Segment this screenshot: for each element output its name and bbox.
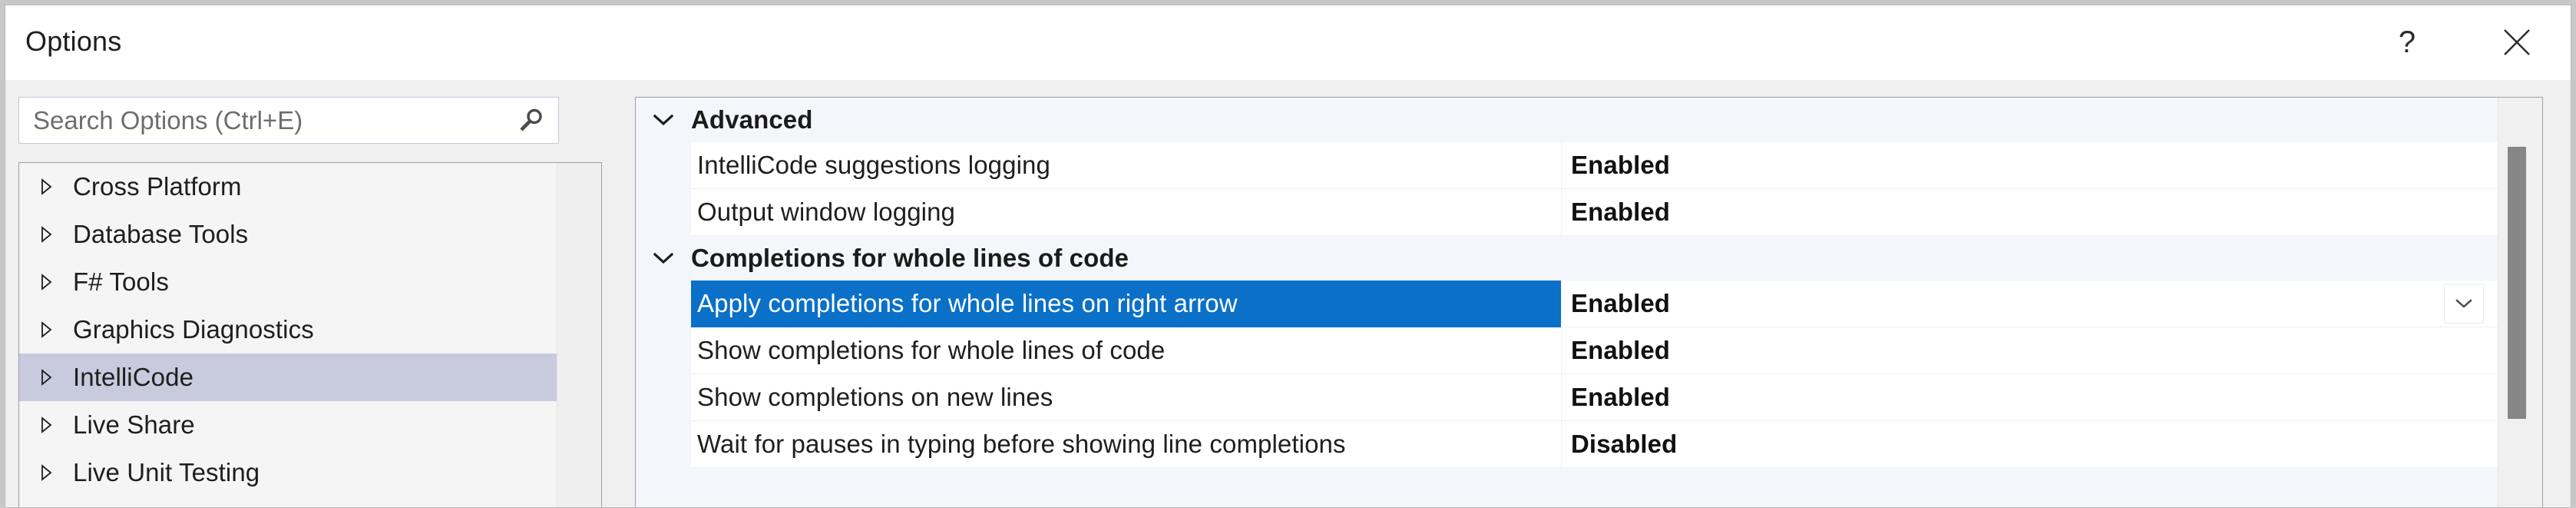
question-mark-icon: ? [2398,25,2416,59]
tree-item-label: Cross Platform [73,172,242,201]
options-dialog: Options ? Search Options (Ctrl+E) Cross … [5,5,2571,508]
setting-name: Wait for pauses in typing before showing… [697,430,1346,458]
setting-value-cell[interactable]: Enabled [1561,189,2498,236]
chevron-right-icon[interactable] [19,463,73,483]
chevron-right-icon[interactable] [19,272,73,292]
tree-item-cross-platform[interactable]: Cross Platform [19,163,557,211]
tree-item-label: Live Share [73,410,195,439]
setting-value: Disabled [1571,430,1678,458]
setting-value-cell[interactable]: Enabled [1561,327,2498,374]
settings-group-title: Advanced [691,105,813,134]
chevron-right-icon[interactable] [19,224,73,244]
setting-name: Output window logging [697,198,955,226]
settings-panel: Advanced IntelliCode suggestions logging… [635,97,2543,507]
chevron-right-icon[interactable] [19,367,73,387]
setting-row-show-completions-whole-lines[interactable]: Show completions for whole lines of code… [691,327,2498,374]
search-button[interactable] [503,98,558,143]
settings-group-title: Completions for whole lines of code [691,244,1129,272]
setting-row-intellicode-suggestions-logging[interactable]: IntelliCode suggestions logging Enabled [691,142,2498,189]
setting-row-apply-completions-right-arrow[interactable]: Apply completions for whole lines on rig… [691,281,2498,327]
search-box[interactable] [18,97,559,144]
tree-item-label: Live Unit Testing [73,458,260,486]
tree-item-label: Graphics Diagnostics [73,315,314,344]
chevron-down-icon[interactable] [636,251,691,266]
setting-value-cell[interactable]: Enabled [1561,281,2498,327]
setting-value: Enabled [1571,289,1671,317]
settings-group-header-advanced[interactable]: Advanced [636,98,2498,142]
title-bar: Options ? [5,5,2571,80]
setting-name: Apply completions for whole lines on rig… [697,289,1238,317]
search-input[interactable] [19,98,503,143]
setting-name-cell: Wait for pauses in typing before showing… [691,421,1561,468]
tree-item-graphics-diagnostics[interactable]: Graphics Diagnostics [19,306,557,354]
setting-value: Enabled [1571,198,1671,226]
chevron-down-icon[interactable] [636,112,691,128]
setting-value-cell[interactable]: Enabled [1561,374,2498,421]
tree-item-database-tools[interactable]: Database Tools [19,211,557,258]
dialog-body: Cross Platform Database Tools F# Tools [5,80,2571,507]
tree-item-label: Database Tools [73,220,249,248]
settings-scrollbar[interactable] [2498,98,2542,507]
close-icon [2504,29,2530,55]
close-button[interactable] [2475,5,2558,79]
value-dropdown-button[interactable] [2444,284,2484,324]
help-button[interactable]: ? [2366,5,2449,79]
tree-item-fsharp-tools[interactable]: F# Tools [19,258,557,306]
setting-row-show-completions-new-lines[interactable]: Show completions on new lines Enabled [691,374,2498,421]
category-tree: Cross Platform Database Tools F# Tools G… [19,163,557,507]
setting-value: Enabled [1571,336,1671,364]
settings-scrollbar-thumb[interactable] [2508,147,2526,419]
setting-name-cell: Output window logging [691,189,1561,236]
tree-item-live-share[interactable]: Live Share [19,401,557,449]
setting-name: Show completions for whole lines of code [697,336,1166,364]
setting-row-wait-for-pauses[interactable]: Wait for pauses in typing before showing… [691,421,2498,468]
chevron-right-icon[interactable] [19,320,73,340]
tree-item-label: IntelliCode [73,363,194,391]
tree-item-intellicode[interactable]: IntelliCode [19,354,557,401]
chevron-down-icon [2455,299,2472,308]
setting-name: IntelliCode suggestions logging [697,151,1050,179]
category-tree-scrollbar[interactable] [557,163,601,507]
tree-item-live-unit-testing[interactable]: Live Unit Testing [19,449,557,496]
settings-list: Advanced IntelliCode suggestions logging… [636,98,2498,507]
chevron-right-icon[interactable] [19,177,73,197]
search-icon [520,108,542,131]
setting-row-output-window-logging[interactable]: Output window logging Enabled [691,189,2498,236]
setting-name-cell: Show completions for whole lines of code [691,327,1561,374]
settings-group-header-completions[interactable]: Completions for whole lines of code [636,236,2498,281]
setting-name-cell: IntelliCode suggestions logging [691,142,1561,189]
setting-name: Show completions on new lines [697,383,1053,411]
page-title: Options [25,25,122,57]
setting-name-cell: Apply completions for whole lines on rig… [691,281,1561,327]
tree-item-label: F# Tools [73,267,169,296]
setting-value: Enabled [1571,151,1671,179]
category-tree-panel: Cross Platform Database Tools F# Tools G… [18,162,602,507]
chevron-right-icon[interactable] [19,415,73,435]
setting-value-cell[interactable]: Disabled [1561,421,2498,468]
setting-name-cell: Show completions on new lines [691,374,1561,421]
setting-value: Enabled [1571,383,1671,411]
setting-value-cell[interactable]: Enabled [1561,142,2498,189]
